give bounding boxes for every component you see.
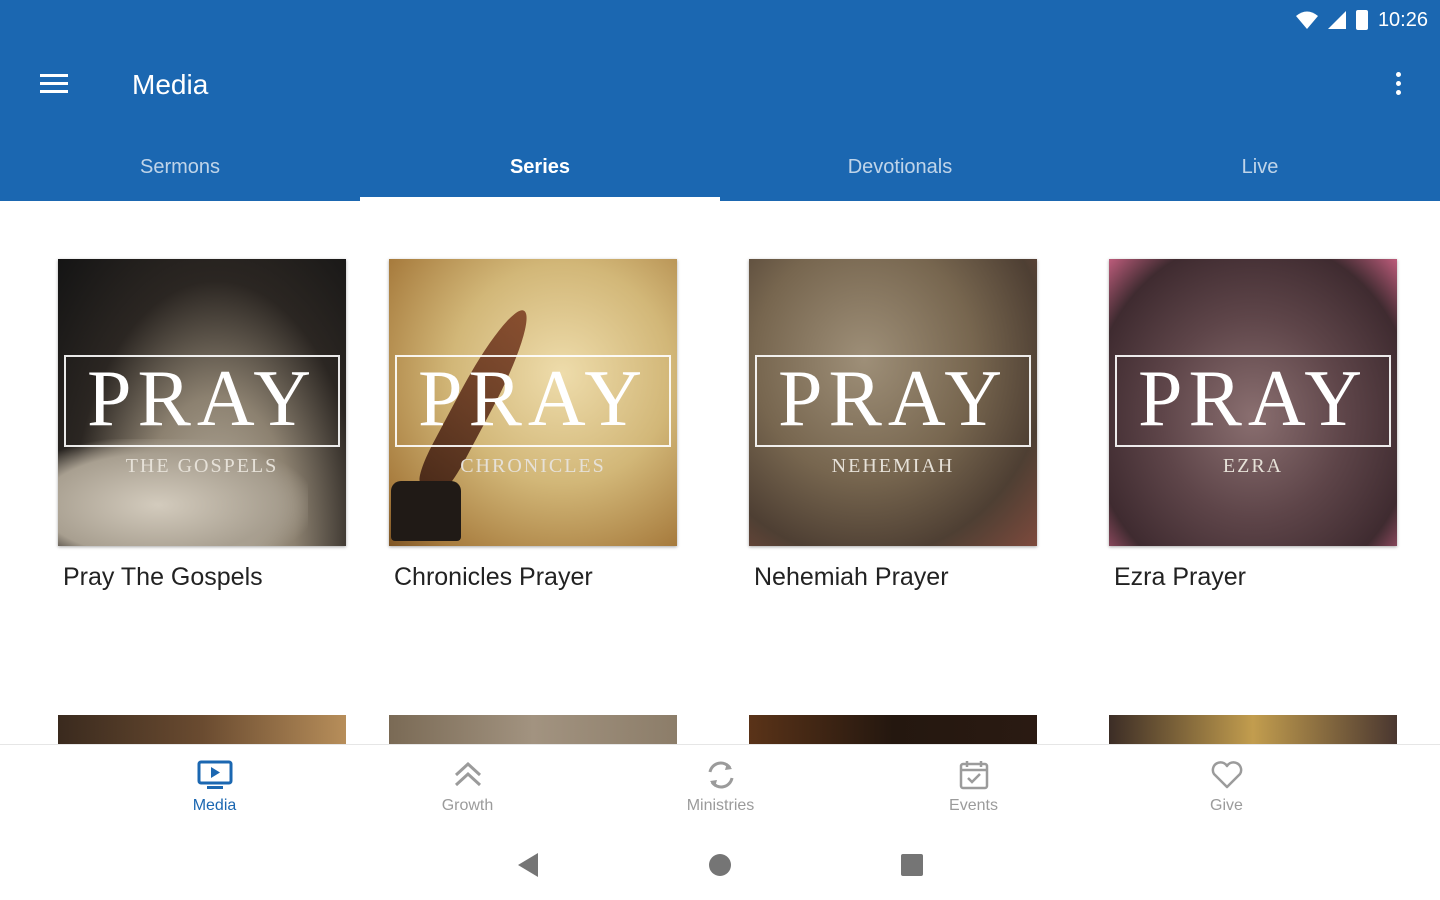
nav-media[interactable]: Media <box>88 745 341 833</box>
status-time: 10:26 <box>1377 8 1428 31</box>
more-options-icon[interactable] <box>1386 68 1410 104</box>
recents-icon[interactable] <box>900 852 924 878</box>
series-card-pray-the-gospels[interactable]: PRAY THE GOSPELS Pray The Gospels <box>58 259 346 591</box>
inkpot-image <box>391 481 461 541</box>
nav-ministries[interactable]: Ministries <box>594 745 847 833</box>
back-icon[interactable] <box>516 852 540 878</box>
series-artwork: PRAY EZRA <box>1109 259 1397 546</box>
nav-label: Ministries <box>686 797 755 814</box>
tab-devotionals[interactable]: Devotionals <box>720 134 1080 201</box>
wifi-icon <box>1295 11 1318 29</box>
tv-play-icon <box>197 760 232 789</box>
double-chevron-up-icon <box>454 761 481 787</box>
heart-icon <box>1211 761 1242 789</box>
series-title: Chronicles Prayer <box>394 563 593 591</box>
series-card-partial[interactable] <box>749 715 1037 744</box>
refresh-cycle-icon <box>708 761 733 789</box>
nav-label: Events <box>949 797 998 814</box>
nav-label: Media <box>192 797 237 814</box>
toolbar: Media <box>0 56 1440 116</box>
page-title: Media <box>132 69 209 100</box>
series-card-partial[interactable] <box>58 715 346 744</box>
artwork-subtitle: THE GOSPELS <box>125 455 279 477</box>
series-title: Pray The Gospels <box>63 563 263 591</box>
nav-give[interactable]: Give <box>1100 745 1353 833</box>
app-bar: 10:26 Media Sermons Series Devotionals L… <box>0 0 1440 201</box>
series-title: Nehemiah Prayer <box>754 563 949 591</box>
nav-events[interactable]: Events <box>847 745 1100 833</box>
artwork-subtitle: NEHEMIAH <box>831 455 955 477</box>
series-artwork: PRAY CHRONICLES <box>389 259 677 546</box>
artwork-word: PRAY <box>777 355 1009 443</box>
nav-label: Growth <box>441 797 494 814</box>
tab-series[interactable]: Series <box>360 134 720 201</box>
artwork-word: PRAY <box>86 355 318 443</box>
tab-sermons[interactable]: Sermons <box>0 134 360 201</box>
artwork-word: PRAY <box>417 355 649 443</box>
tab-live[interactable]: Live <box>1080 134 1440 201</box>
series-card-partial[interactable] <box>1109 715 1397 744</box>
home-icon[interactable] <box>708 852 732 878</box>
battery-icon <box>1355 10 1368 30</box>
calendar-check-icon <box>959 761 988 790</box>
bottom-navigation: Media Growth Ministries Events Give <box>0 744 1440 833</box>
nav-growth[interactable]: Growth <box>341 745 594 833</box>
menu-icon[interactable] <box>38 70 70 102</box>
series-artwork: PRAY THE GOSPELS <box>58 259 346 546</box>
series-artwork: PRAY NEHEMIAH <box>749 259 1037 546</box>
system-navigation-bar <box>0 832 1440 900</box>
series-card-ezra-prayer[interactable]: PRAY EZRA Ezra Prayer <box>1109 259 1397 591</box>
status-bar: 10:26 <box>1295 6 1428 34</box>
series-card-chronicles-prayer[interactable]: PRAY CHRONICLES Chronicles Prayer <box>389 259 677 591</box>
artwork-word: PRAY <box>1137 355 1369 443</box>
series-card-nehemiah-prayer[interactable]: PRAY NEHEMIAH Nehemiah Prayer <box>749 259 1037 591</box>
series-title: Ezra Prayer <box>1114 563 1246 591</box>
artwork-subtitle: CHRONICLES <box>460 455 606 477</box>
artwork-subtitle: EZRA <box>1222 455 1284 477</box>
nav-label: Give <box>1210 797 1243 814</box>
tab-bar: Sermons Series Devotionals Live <box>0 134 1440 201</box>
signal-icon <box>1327 11 1346 29</box>
series-card-partial[interactable] <box>389 715 677 744</box>
series-grid: PRAY THE GOSPELS Pray The Gospels PRAY C… <box>0 201 1440 744</box>
